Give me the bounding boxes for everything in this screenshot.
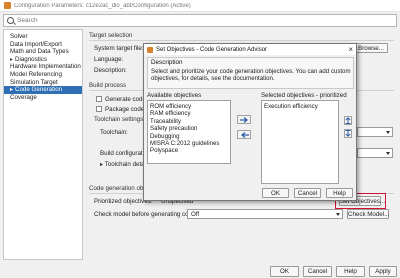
tree-item-diagnostics[interactable]: ▸ Diagnostics [4,56,82,64]
cancel-button[interactable]: Cancel [303,266,332,277]
list-item[interactable]: Debugging [150,133,228,140]
check-model-button[interactable]: Check Model... [347,209,389,219]
window-titlebar: Configuration Parameters: c12e2ac_dio_ab… [0,0,400,12]
tree-item-code-generation[interactable]: ▸ Code Generation [4,86,82,94]
close-icon[interactable]: × [348,45,353,54]
tree-item-hardware-implementation[interactable]: Hardware Implementation [4,63,82,71]
available-objectives-heading: Available objectives [147,92,202,99]
list-item[interactable]: Polyspace [150,147,228,154]
language-label: Language: [94,56,124,63]
dialog-titlebar[interactable]: Set Objectives - Code Generation Advisor [144,44,356,55]
selected-objectives-heading: Selected objectives - prioritized [261,92,347,99]
selected-objectives-list[interactable]: Execution efficiency [261,100,339,184]
list-item[interactable]: Safety precaution [150,125,228,132]
browse-button[interactable]: Browse... [354,43,388,53]
description-title: Description [151,59,183,66]
list-item[interactable]: MISRA C:2012 guidelines [150,140,228,147]
help-button[interactable]: Help [336,266,365,277]
set-objectives-dialog: Set Objectives - Code Generation Advisor… [143,43,357,201]
list-item[interactable]: ROM efficiency [150,103,228,110]
tree-item-solver[interactable]: Solver [4,33,82,41]
available-objectives-list[interactable]: ROM efficiency RAM efficiency Traceabili… [147,100,231,164]
dialog-help-button[interactable]: Help [326,188,353,198]
arrow-left-icon [240,131,249,138]
matlab-app-icon [4,2,11,9]
list-item[interactable]: RAM efficiency [150,110,228,117]
search-box[interactable] [3,14,397,27]
dialog-ok-button[interactable]: OK [262,188,289,198]
apply-button[interactable]: Apply [369,266,397,277]
category-tree: Solver Data Import/Export Math and Data … [3,29,83,260]
package-code-checkbox[interactable] [96,106,102,112]
check-model-select[interactable]: Off [187,209,343,219]
description-text: Select and prioritize your code generati… [151,68,351,83]
tree-item-coverage[interactable]: Coverage [4,94,82,102]
divider [89,40,394,41]
chevron-down-icon [386,131,390,134]
arrow-down-icon [345,130,351,137]
tree-item-math-and-data-types[interactable]: Math and Data Types [4,48,82,56]
tree-item-data-import-export[interactable]: Data Import/Export [4,41,82,49]
list-item[interactable]: Execution efficiency [264,103,336,110]
toolchain-select[interactable] [357,127,393,137]
matlab-app-icon [147,46,153,53]
description-group: Description Select and prioritize your c… [147,57,354,89]
build-configuration-select[interactable] [357,148,393,158]
window-title: Configuration Parameters: c12e2ac_dio_ab… [14,2,191,9]
chevron-down-icon [386,152,390,155]
move-up-button[interactable] [344,116,352,125]
dialog-title: Set Objectives - Code Generation Advisor [156,46,268,53]
arrow-up-icon [345,117,351,124]
tree-item-simulation-target[interactable]: Simulation Target [4,79,82,87]
add-objective-button[interactable] [237,115,251,124]
toolchain-label: Toolchain: [100,129,128,136]
chevron-down-icon [336,213,340,216]
check-model-label: Check model before generating code: [94,211,198,218]
generate-code-only-checkbox[interactable] [96,96,102,102]
dialog-cancel-button[interactable]: Cancel [294,188,321,198]
tree-item-model-referencing[interactable]: Model Referencing [4,71,82,79]
move-down-button[interactable] [344,129,352,138]
toolchain-settings-heading: Toolchain settings [94,116,144,123]
bottom-button-bar: OK Cancel Help Apply [0,262,400,278]
ok-button[interactable]: OK [270,266,299,277]
arrow-right-icon [239,116,248,123]
list-item[interactable]: Traceability [150,118,228,125]
section-build-process: Build process [89,82,127,89]
description-label: Description: [94,67,127,74]
section-target-selection: Target selection [89,32,133,39]
search-icon [7,17,14,24]
search-input[interactable] [17,17,377,24]
system-target-file-label: System target file: [94,45,144,52]
remove-objective-button[interactable] [237,130,251,139]
